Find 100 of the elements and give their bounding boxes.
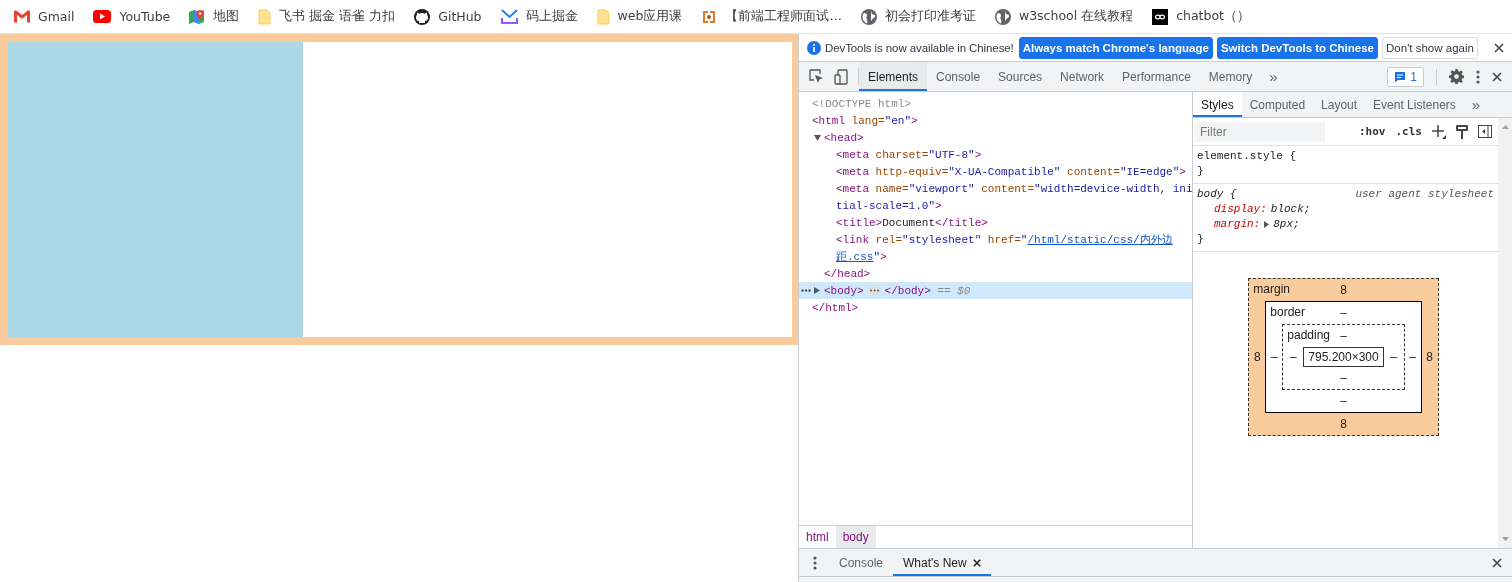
inspect-icon[interactable] bbox=[809, 69, 824, 84]
message-icon bbox=[1394, 70, 1407, 83]
box-value: – bbox=[1270, 350, 1278, 364]
closing-brace: } bbox=[1197, 232, 1204, 247]
box-value: – bbox=[1340, 394, 1347, 408]
css-property: display: bbox=[1214, 202, 1267, 217]
code-line[interactable]: <!DOCTYPE html> bbox=[812, 97, 912, 110]
toggle-button[interactable]: .cls bbox=[1395, 125, 1422, 138]
box-value: – bbox=[1340, 371, 1347, 385]
tray-check-icon bbox=[500, 9, 518, 24]
play-icon bbox=[93, 10, 112, 23]
panel-tab[interactable]: Network bbox=[1051, 62, 1114, 91]
box-value: 8 bbox=[1340, 417, 1347, 431]
panel-tab[interactable]: Console bbox=[927, 62, 990, 91]
bookmark-link[interactable]: YouTube bbox=[93, 9, 171, 24]
close-icon[interactable] bbox=[1492, 71, 1502, 82]
closing-brace: } bbox=[1197, 164, 1204, 179]
triangle-right-icon[interactable] bbox=[814, 287, 820, 294]
box-label: margin bbox=[1253, 282, 1290, 296]
code-line[interactable]: <meta name="viewport" content="width=device-width, ini bbox=[836, 182, 1193, 195]
toggle-button[interactable]: :hov bbox=[1359, 125, 1386, 138]
triangle-right-icon[interactable] bbox=[1264, 221, 1270, 228]
drawer-tab[interactable]: Console bbox=[829, 549, 894, 576]
breadcrumb-item[interactable]: html bbox=[799, 526, 836, 548]
panel-tab[interactable]: Sources bbox=[989, 62, 1052, 91]
globe-icon bbox=[860, 8, 877, 25]
triangle-down-icon[interactable] bbox=[814, 134, 821, 141]
panel-tab[interactable]: Performance bbox=[1113, 62, 1200, 91]
plus-icon[interactable] bbox=[1432, 124, 1446, 139]
bookmark-link[interactable]: w3school 在线教程 bbox=[994, 8, 1134, 25]
info-icon bbox=[807, 40, 821, 55]
close-icon[interactable] bbox=[1492, 557, 1502, 568]
code-line: </head> bbox=[824, 267, 871, 280]
more-tabs-button[interactable]: » bbox=[1463, 92, 1489, 117]
breadcrumb-item[interactable]: body bbox=[835, 526, 876, 548]
infobar-message: DevTools is now available in Chinese! bbox=[825, 41, 1014, 54]
content-size: 795.200×300 bbox=[1303, 347, 1384, 367]
infobar-button[interactable]: Always match Chrome's language bbox=[1018, 36, 1213, 59]
box-value: 8 bbox=[1340, 283, 1347, 297]
more-icon[interactable] bbox=[813, 555, 817, 570]
ellipsis-icon bbox=[801, 289, 811, 292]
drawer-tab[interactable]: What's New bbox=[893, 549, 991, 576]
mail-icon bbox=[14, 10, 30, 23]
box-label: padding bbox=[1287, 328, 1330, 342]
box-value: – bbox=[1289, 350, 1297, 364]
sidebar-tab[interactable]: Layout bbox=[1313, 92, 1366, 117]
more-tabs-button[interactable]: » bbox=[1261, 62, 1286, 91]
bookmark-link[interactable]: web应用课 bbox=[596, 8, 683, 25]
box-value: – bbox=[1340, 329, 1347, 343]
code-line[interactable]: <body> bbox=[824, 284, 864, 297]
panel-tab[interactable]: Memory bbox=[1199, 62, 1262, 91]
box-value: 8 bbox=[1253, 350, 1261, 364]
bookmark-link[interactable]: GitHub bbox=[414, 8, 482, 25]
box-value: 8 bbox=[1426, 350, 1434, 364]
code-line[interactable]: <meta charset="UTF-8"> bbox=[836, 148, 982, 161]
infobar-button[interactable]: Switch DevTools to Chinese bbox=[1216, 36, 1379, 59]
box-label: border bbox=[1270, 305, 1305, 319]
bookmark-link[interactable]: 初会打印准考证 bbox=[860, 8, 976, 25]
settings-icon[interactable] bbox=[1449, 69, 1464, 84]
code-line[interactable]: <html lang="en"> bbox=[812, 114, 918, 127]
link[interactable]: /html/static/css/内外边 bbox=[1027, 234, 1173, 246]
sidebar-tab[interactable]: Event Listeners bbox=[1365, 92, 1464, 117]
css-value: block; bbox=[1270, 202, 1311, 217]
folder-icon bbox=[596, 8, 610, 25]
infobar-button[interactable]: Don't show again bbox=[1382, 36, 1478, 59]
sidebar-toggle-icon[interactable] bbox=[1478, 125, 1492, 138]
link[interactable]: 距.css bbox=[836, 251, 874, 263]
code-line: </body> == $0 bbox=[884, 284, 971, 297]
bookmark-link[interactable]: chatbot（） bbox=[1152, 8, 1250, 25]
collapsed-content-icon[interactable] bbox=[866, 286, 882, 295]
code-line: tial-scale=1.0"> bbox=[836, 199, 942, 212]
sidebar-tab[interactable]: Computed bbox=[1241, 92, 1314, 117]
globe-icon bbox=[994, 8, 1011, 25]
bookmark-link[interactable]: 飞书 掘金 语雀 力扣 bbox=[258, 8, 396, 25]
code-line: </html> bbox=[812, 301, 859, 314]
css-value: 8px; bbox=[1273, 217, 1300, 232]
css-property: margin: bbox=[1214, 217, 1261, 232]
stylesheet-source[interactable]: user agent stylesheet bbox=[1355, 187, 1494, 202]
map-pin-icon bbox=[189, 8, 206, 25]
issues-button[interactable]: 1 bbox=[1387, 66, 1424, 87]
code-line[interactable]: <head> bbox=[824, 131, 864, 144]
bookmark-link[interactable]: 【前端工程师面试… bbox=[701, 8, 842, 25]
code-line[interactable]: <title>Document</title> bbox=[836, 216, 988, 229]
device-icon[interactable] bbox=[834, 68, 848, 85]
css-selector: element.style { bbox=[1197, 149, 1297, 164]
panel-tab[interactable]: Elements bbox=[859, 62, 928, 91]
close-icon[interactable] bbox=[1494, 42, 1504, 53]
close-icon[interactable] bbox=[972, 558, 981, 567]
filter-field[interactable]: Filter bbox=[1195, 121, 1325, 142]
code-line[interactable]: <link rel="stylesheet" href="/html/static/css/内外边 bbox=[836, 232, 1173, 247]
bracket-logo-icon bbox=[701, 9, 718, 24]
sidebar-tab[interactable]: Styles bbox=[1193, 92, 1242, 117]
box-value: – bbox=[1390, 350, 1398, 364]
code-line[interactable]: <meta http-equiv="X-UA-Compatible" content="IE=edge"> bbox=[836, 165, 1186, 178]
paint-roller-icon[interactable] bbox=[1456, 124, 1468, 139]
bookmark-link[interactable]: 码上掘金 bbox=[500, 8, 578, 25]
bookmark-link[interactable]: Gmail bbox=[14, 9, 75, 24]
code-line: 距.css"> bbox=[836, 250, 887, 264]
bookmark-link[interactable]: 地图 bbox=[189, 8, 240, 25]
more-icon[interactable] bbox=[1476, 69, 1480, 84]
